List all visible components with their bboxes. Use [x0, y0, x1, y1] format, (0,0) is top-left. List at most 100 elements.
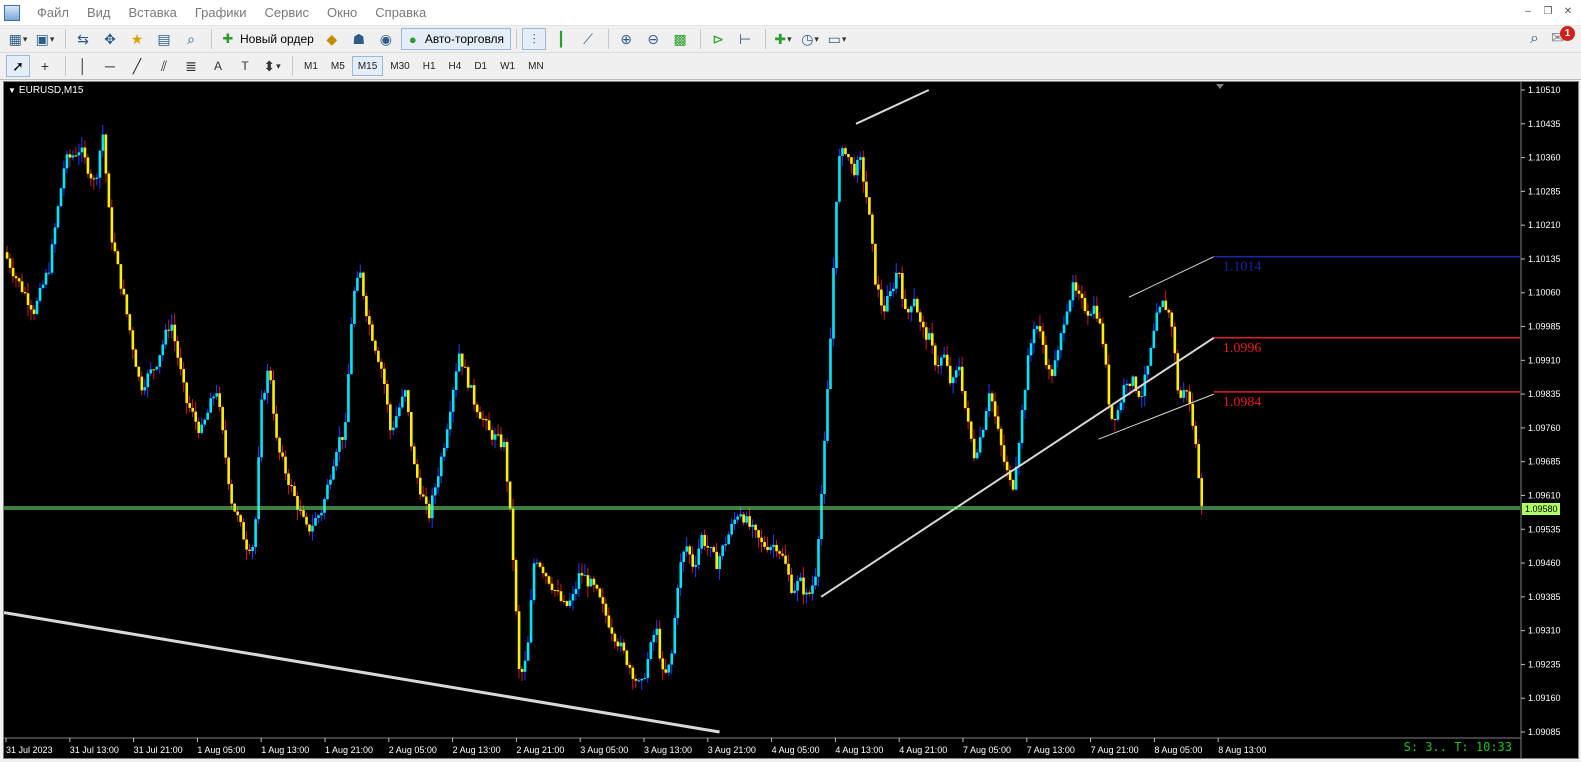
- trendline-button[interactable]: ╱: [125, 55, 149, 77]
- equidistant-channel-button[interactable]: ⫽: [152, 55, 176, 77]
- market-watch-button[interactable]: ⇆: [71, 28, 95, 50]
- candle-body: [26, 293, 30, 306]
- chart-window[interactable]: 1.10510 1.10435 1.10360 1.10285 1.10210 1.101…: [3, 81, 1579, 759]
- timeframe-mn[interactable]: MN: [522, 56, 550, 76]
- templates-button[interactable]: ▭: [825, 28, 849, 50]
- timeframe-d1[interactable]: D1: [468, 56, 493, 76]
- text-button[interactable]: A: [206, 55, 230, 77]
- timeframe-m1[interactable]: M1: [298, 56, 324, 76]
- navigator-button[interactable]: ✥: [98, 28, 122, 50]
- restore-icon[interactable]: ❐: [1539, 4, 1557, 20]
- candle-body: [65, 154, 69, 169]
- candle-body: [302, 510, 305, 517]
- candle-body: [1089, 313, 1093, 316]
- candle-body: [918, 312, 922, 322]
- menu-view[interactable]: Вид: [78, 0, 120, 26]
- candle-body: [290, 485, 293, 487]
- candle-body: [236, 511, 239, 516]
- candle-body: [11, 267, 15, 277]
- candle-body: [44, 272, 48, 285]
- timeframe-m5[interactable]: M5: [325, 56, 351, 76]
- menu-tools[interactable]: Сервис: [256, 0, 319, 26]
- data-window-button[interactable]: ▤: [152, 28, 176, 50]
- candle-body: [529, 600, 533, 643]
- vertical-line-button[interactable]: │: [71, 55, 95, 77]
- tile-windows-button[interactable]: ▩: [668, 28, 692, 50]
- chart-shift-button[interactable]: ⊢: [733, 28, 757, 50]
- candle-body: [278, 437, 281, 453]
- signals-button[interactable]: ◉: [374, 28, 398, 50]
- candle-body: [1122, 385, 1126, 403]
- indicators-button[interactable]: ✚: [771, 28, 795, 50]
- menu-file[interactable]: Файл: [28, 0, 78, 26]
- zoom-in-button[interactable]: ⊕: [614, 28, 638, 50]
- menu-charts[interactable]: Графики: [186, 0, 256, 26]
- notifications-button[interactable]: ✉ 1: [1551, 26, 1575, 50]
- candle-body: [1044, 344, 1048, 365]
- favorites-button[interactable]: ★: [125, 28, 149, 50]
- window-controls: – ❐ ✕: [1519, 4, 1577, 20]
- candle-body: [95, 177, 99, 179]
- candle-body: [700, 534, 704, 549]
- price-chart[interactable]: 1.10510 1.10435 1.10360 1.10285 1.10210 1.101…: [4, 82, 1578, 758]
- candle-body: [224, 430, 227, 458]
- fibonacci-button[interactable]: ≣: [179, 55, 203, 77]
- candles-icon: ┃: [556, 30, 566, 47]
- toolbar-separator: [516, 29, 518, 49]
- toolbar-separator: [65, 56, 66, 76]
- minimize-icon[interactable]: –: [1519, 4, 1537, 20]
- search-icon[interactable]: ⌕: [1530, 30, 1539, 48]
- chart-menu-arrow-icon[interactable]: ▼: [8, 86, 16, 95]
- cursor-button[interactable]: ➚: [6, 55, 30, 77]
- terminal-button[interactable]: ⌕: [179, 28, 203, 50]
- timeframe-m15[interactable]: M15: [351, 56, 384, 76]
- horizontal-line-button[interactable]: ─: [98, 55, 122, 77]
- timeframe-h4[interactable]: H4: [443, 56, 468, 76]
- candle-body: [17, 278, 21, 282]
- zoom-out-button[interactable]: ⊖: [641, 28, 665, 50]
- candle-body: [50, 244, 54, 273]
- menu-window[interactable]: Окно: [318, 0, 366, 26]
- candle-body: [1077, 290, 1081, 294]
- candle-body: [380, 361, 383, 369]
- candle-body: [1137, 391, 1141, 397]
- candle-body: [77, 152, 81, 156]
- candles-button[interactable]: ┃: [549, 28, 573, 50]
- strategy-tester-button[interactable]: ☗: [347, 28, 371, 50]
- x-tick-label: 4 Aug 21:00: [899, 745, 947, 755]
- candle-body: [981, 429, 985, 438]
- new-chart-button[interactable]: ▦: [6, 28, 30, 50]
- candle-body: [987, 393, 991, 412]
- candle-body: [805, 592, 808, 595]
- horizontal-level-label: 1.1014: [1223, 260, 1262, 275]
- periods-button[interactable]: ◷: [798, 28, 822, 50]
- new-order-button[interactable]: ✚ Новый ордер: [217, 28, 320, 50]
- close-icon[interactable]: ✕: [1559, 4, 1577, 20]
- autoscroll-button[interactable]: ⊳: [706, 28, 730, 50]
- x-tick-label: 31 Jul 2023: [6, 745, 53, 755]
- market-button[interactable]: ◆: [320, 28, 344, 50]
- bar-chart-button[interactable]: ⫶: [522, 28, 547, 50]
- text-label-button[interactable]: T: [233, 55, 257, 77]
- candle-body: [200, 424, 204, 433]
- candle-body: [676, 587, 680, 619]
- candle-body: [365, 295, 368, 317]
- menu-insert[interactable]: Вставка: [120, 0, 186, 26]
- profiles-icon: ▣: [35, 30, 49, 47]
- candle-body: [604, 603, 608, 616]
- candle-body: [1011, 480, 1015, 490]
- menu-help[interactable]: Справка: [366, 0, 435, 26]
- current-price-label: 1.09580: [1525, 504, 1558, 514]
- line-chart-button[interactable]: ⟋: [576, 28, 600, 50]
- arrows-button[interactable]: ⬍: [260, 55, 284, 77]
- candle-body: [1053, 360, 1057, 376]
- signals-icon: ◉: [379, 30, 392, 47]
- timeframe-h1[interactable]: H1: [417, 56, 442, 76]
- timeframe-m30[interactable]: M30: [384, 56, 415, 76]
- candle-body: [679, 562, 683, 588]
- candle-body: [272, 380, 275, 414]
- profiles-button[interactable]: ▣: [33, 28, 57, 50]
- crosshair-button[interactable]: +: [33, 55, 57, 77]
- timeframe-w1[interactable]: W1: [494, 56, 521, 76]
- autotrade-button[interactable]: ● Авто-торговля: [400, 28, 512, 50]
